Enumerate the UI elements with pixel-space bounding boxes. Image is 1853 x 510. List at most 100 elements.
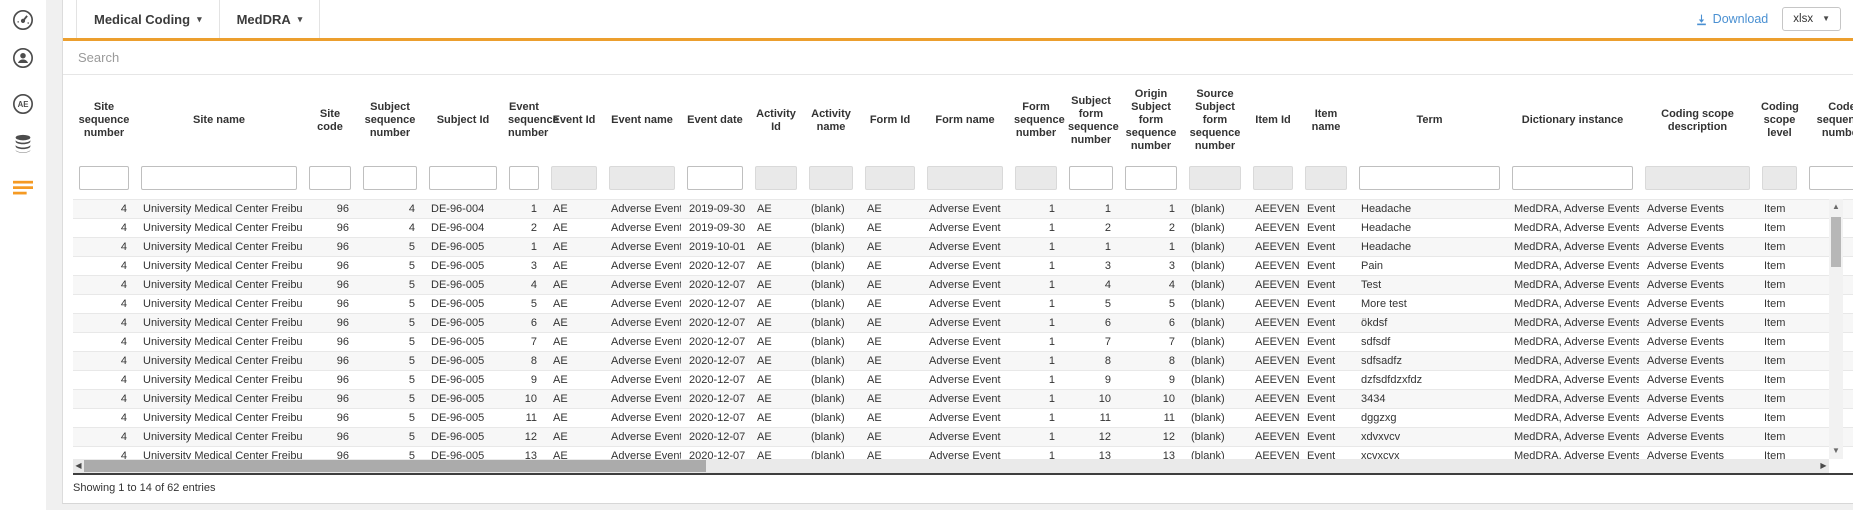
cell-form_name: Adverse Event xyxy=(921,369,1009,389)
sidebar-item-adverse-events[interactable]: AE xyxy=(12,93,34,115)
sidebar-item-profile[interactable] xyxy=(12,47,34,69)
cell-event_id: AE xyxy=(545,293,603,313)
cell-site_name: University Medical Center Freiburg xyxy=(135,236,303,256)
cell-subject_seq: 5 xyxy=(357,312,423,332)
column-header-subject_id[interactable]: Subject Id xyxy=(423,75,503,166)
tab-medical-coding[interactable]: Medical Coding ▾ xyxy=(76,0,220,38)
horizontal-scrollbar[interactable]: ◀ ▶ xyxy=(73,459,1829,473)
column-header-dictionary_instance[interactable]: Dictionary instance xyxy=(1506,75,1639,166)
scroll-down-arrow-icon[interactable]: ▼ xyxy=(1829,445,1843,457)
vertical-scrollbar[interactable]: ▲ ▼ xyxy=(1829,199,1843,459)
scroll-left-arrow-icon[interactable]: ◀ xyxy=(73,459,84,473)
table-row: 4 University Medical Center Freiburg 96 5 DE… xyxy=(73,350,1853,370)
filter-input-site_name[interactable] xyxy=(141,166,297,190)
cell-form_id: AE xyxy=(859,350,921,370)
sidebar-item-dashboard[interactable] xyxy=(12,9,34,31)
cell-coding_scope_level: Item xyxy=(1756,426,1803,446)
cell-event_id: AE xyxy=(545,388,603,408)
sidebar-item-listings[interactable] xyxy=(12,179,34,201)
column-header-item_id[interactable]: Item Id xyxy=(1247,75,1299,166)
vertical-scrollbar-thumb[interactable] xyxy=(1831,217,1841,267)
filter-input-subject_id[interactable] xyxy=(429,166,497,190)
column-header-activity_id[interactable]: Activity Id xyxy=(749,75,803,166)
column-header-event_name[interactable]: Event name xyxy=(603,75,681,166)
filter-cell-event_id xyxy=(545,166,603,199)
filter-input-site_seq[interactable] xyxy=(79,166,129,190)
sidebar-item-data[interactable] xyxy=(12,133,34,155)
column-header-coding_scope_level[interactable]: Coding scope level xyxy=(1756,75,1803,166)
table-row: 4 University Medical Center Freiburg 96 5 DE… xyxy=(73,407,1853,427)
cell-coding_scope_description: Adverse Events xyxy=(1639,407,1756,427)
column-header-coding_scope_description[interactable]: Coding scope description xyxy=(1639,75,1756,166)
filter-input-subject_form_seq[interactable] xyxy=(1069,166,1113,190)
chevron-down-icon: ▼ xyxy=(1822,14,1830,23)
column-header-term[interactable]: Term xyxy=(1353,75,1506,166)
cell-dictionary_instance: MedDRA, Adverse Events xyxy=(1506,388,1639,408)
svg-text:AE: AE xyxy=(18,100,29,109)
download-button[interactable]: Download xyxy=(1695,12,1768,26)
main-panel: Medical Coding ▾ MedDRA ▾ Download xlsx … xyxy=(62,0,1853,504)
scroll-up-arrow-icon[interactable]: ▲ xyxy=(1829,201,1843,213)
cell-code_seq xyxy=(1803,198,1853,218)
cell-subject_form_seq: 7 xyxy=(1063,331,1119,351)
column-header-form_seq[interactable]: Form sequence number xyxy=(1009,75,1065,166)
cell-item_id: AEEVENT xyxy=(1247,350,1299,370)
filter-input-event_id xyxy=(551,166,597,190)
medical-coding-table: Site sequence number Site name Site code Su… xyxy=(73,75,1853,465)
filter-cell-subject_seq xyxy=(357,166,423,199)
column-header-form_id[interactable]: Form Id xyxy=(859,75,921,166)
cell-event_name: Adverse Events xyxy=(603,236,681,256)
column-header-activity_name[interactable]: Activity name xyxy=(803,75,859,166)
cell-activity_name: (blank) xyxy=(803,255,859,275)
column-header-source_subject_form_seq[interactable]: Source Subject form sequence number xyxy=(1183,75,1247,166)
filter-input-event_date[interactable] xyxy=(687,166,743,190)
filter-input-origin_subject_form_seq[interactable] xyxy=(1125,166,1177,190)
cell-dictionary_instance: MedDRA, Adverse Events xyxy=(1506,331,1639,351)
cell-form_id: AE xyxy=(859,255,921,275)
column-header-form_name[interactable]: Form name xyxy=(921,75,1009,166)
column-header-subject_form_seq[interactable]: Subject form sequence number xyxy=(1063,75,1119,166)
cell-form_name: Adverse Event xyxy=(921,426,1009,446)
cell-site_seq: 4 xyxy=(73,217,135,237)
table-row: 4 University Medical Center Freiburg 96 5 DE… xyxy=(73,274,1853,294)
cell-subject_id: DE-96-004 xyxy=(423,198,503,218)
cell-source_subject_form_seq: (blank) xyxy=(1183,236,1247,256)
cell-form_id: AE xyxy=(859,198,921,218)
cell-event_name: Adverse Events xyxy=(603,198,681,218)
column-header-site_seq[interactable]: Site sequence number xyxy=(73,75,135,166)
horizontal-scrollbar-thumb[interactable] xyxy=(84,460,706,472)
column-header-subject_seq[interactable]: Subject sequence number xyxy=(357,75,423,166)
column-header-event_seq[interactable]: Event sequence number xyxy=(503,75,559,166)
cell-form_name: Adverse Event xyxy=(921,350,1009,370)
cell-site_name: University Medical Center Freiburg xyxy=(135,388,303,408)
search-input[interactable] xyxy=(76,49,780,66)
cell-coding_scope_level: Item xyxy=(1756,217,1803,237)
column-header-site_name[interactable]: Site name xyxy=(135,75,303,166)
filter-input-code_seq[interactable] xyxy=(1809,166,1853,190)
column-header-item_name[interactable]: Item name xyxy=(1299,75,1353,166)
column-header-code_seq[interactable]: Code sequence number xyxy=(1803,75,1853,166)
cell-event_seq: 2 xyxy=(503,217,545,237)
format-dropdown[interactable]: xlsx ▼ xyxy=(1782,7,1841,31)
filter-input-subject_seq[interactable] xyxy=(363,166,417,190)
cell-item_name: Event xyxy=(1299,236,1353,256)
filter-input-site_code[interactable] xyxy=(309,166,351,190)
column-header-event_id[interactable]: Event Id xyxy=(545,75,603,166)
filter-cell-subject_id xyxy=(423,166,503,199)
column-header-origin_subject_form_seq[interactable]: Origin Subject form sequence number xyxy=(1119,75,1183,166)
column-header-site_code[interactable]: Site code xyxy=(303,75,357,166)
filter-input-dictionary_instance[interactable] xyxy=(1512,166,1633,190)
cell-source_subject_form_seq: (blank) xyxy=(1183,217,1247,237)
column-header-event_date[interactable]: Event date xyxy=(681,75,749,166)
scroll-right-arrow-icon[interactable]: ▶ xyxy=(1818,459,1829,473)
cell-origin_subject_form_seq: 12 xyxy=(1119,426,1183,446)
cell-dictionary_instance: MedDRA, Adverse Events xyxy=(1506,426,1639,446)
filter-input-event_seq[interactable] xyxy=(509,166,539,190)
top-tab-bar: Medical Coding ▾ MedDRA ▾ Download xlsx … xyxy=(63,0,1853,41)
cell-item_name: Event xyxy=(1299,388,1353,408)
filter-cell-activity_id xyxy=(749,166,803,199)
cell-subject_id: DE-96-005 xyxy=(423,331,503,351)
tab-meddra[interactable]: MedDRA ▾ xyxy=(220,0,321,38)
filter-input-term[interactable] xyxy=(1359,166,1500,190)
cell-site_name: University Medical Center Freiburg xyxy=(135,426,303,446)
